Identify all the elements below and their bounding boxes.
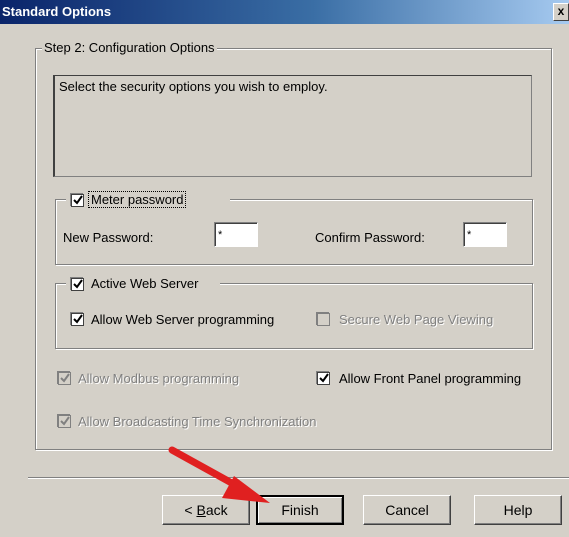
- button-separator: [28, 477, 569, 479]
- check-icon: [60, 416, 70, 426]
- new-password-input[interactable]: [214, 222, 258, 247]
- meter-password-label[interactable]: Meter password: [87, 191, 187, 208]
- description-text: Select the security options you wish to …: [59, 79, 328, 94]
- help-button[interactable]: Help: [474, 495, 562, 525]
- description-box: Select the security options you wish to …: [53, 75, 532, 177]
- back-accelerator: B: [196, 502, 206, 518]
- allow-web-server-programming-checkbox[interactable]: [71, 313, 84, 326]
- check-icon: [73, 314, 83, 324]
- active-web-server-checkbox[interactable]: [71, 278, 84, 291]
- window-title: Standard Options: [2, 4, 112, 19]
- check-icon: [73, 195, 83, 205]
- back-button[interactable]: < Back: [162, 495, 250, 525]
- meter-password-checkbox[interactable]: [71, 194, 84, 207]
- check-icon: [73, 279, 83, 289]
- active-web-server-label[interactable]: Active Web Server: [91, 276, 198, 291]
- finish-button[interactable]: Finish: [256, 495, 344, 525]
- new-password-label: New Password:: [63, 230, 154, 245]
- allow-broadcasting-checkbox[interactable]: [58, 415, 71, 428]
- check-icon: [60, 373, 70, 383]
- confirm-password-input[interactable]: [463, 222, 507, 247]
- allow-modbus-programming-checkbox[interactable]: [58, 372, 71, 385]
- close-button[interactable]: x: [553, 3, 569, 21]
- title-bar: Standard Options x: [0, 0, 569, 24]
- back-prefix: <: [184, 502, 197, 518]
- allow-modbus-programming-label[interactable]: Allow Modbus programming: [78, 371, 239, 386]
- allow-web-server-programming-label[interactable]: Allow Web Server programming: [91, 312, 274, 327]
- check-icon: [319, 373, 329, 383]
- secure-web-page-viewing-label[interactable]: Secure Web Page Viewing: [339, 312, 493, 327]
- allow-front-panel-programming-label[interactable]: Allow Front Panel programming: [339, 371, 521, 386]
- confirm-password-label: Confirm Password:: [315, 230, 425, 245]
- secure-web-page-viewing-checkbox[interactable]: [317, 313, 330, 326]
- allow-front-panel-programming-checkbox[interactable]: [317, 372, 330, 385]
- cancel-button[interactable]: Cancel: [363, 495, 451, 525]
- back-label-rest: ack: [205, 502, 228, 518]
- allow-broadcasting-label[interactable]: Allow Broadcasting Time Synchronization: [78, 414, 316, 429]
- step-group-legend: Step 2: Configuration Options: [42, 40, 217, 55]
